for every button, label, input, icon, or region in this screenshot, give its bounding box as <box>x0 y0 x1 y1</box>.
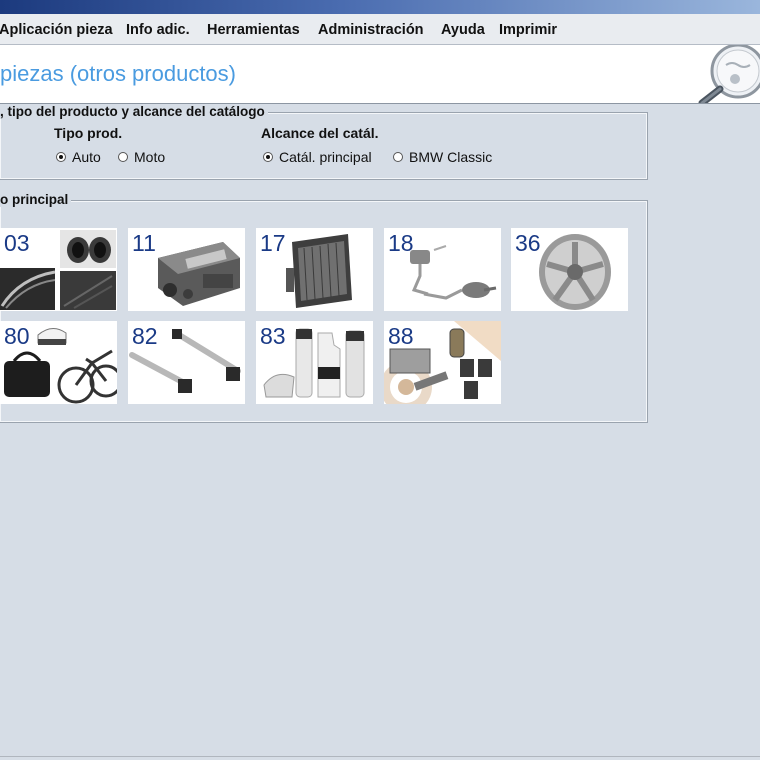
radio-selected-icon <box>263 152 273 162</box>
menu-item-administracion[interactable]: Administración <box>318 22 424 38</box>
menu-item-herramientas[interactable]: Herramientas <box>207 22 300 38</box>
status-divider <box>0 756 760 757</box>
product-type-label: Tipo prod. <box>54 125 123 141</box>
radio-catalogo-principal-label: Catál. principal <box>279 149 372 165</box>
tile-36[interactable]: 36 <box>511 228 628 311</box>
radio-moto-label: Moto <box>134 149 166 165</box>
filter-group: , tipo del producto y alcance del catálo… <box>0 104 648 180</box>
radio-unselected-icon <box>393 152 403 162</box>
tile-number: 36 <box>515 230 541 256</box>
catalog-scope-label: Alcance del catál. <box>261 125 379 141</box>
radio-selected-icon <box>56 152 66 162</box>
tile-number: 82 <box>132 323 158 349</box>
radio-catalogo-principal[interactable]: Catál. principal <box>263 149 372 165</box>
radio-bmw-classic-label: BMW Classic <box>409 149 493 165</box>
tile-82[interactable]: 82 <box>128 321 245 404</box>
tile-number: 88 <box>388 323 414 349</box>
menu-item-aplicacion-pieza[interactable]: Aplicación pieza <box>0 22 113 38</box>
menu-bar: Aplicación pieza Info adic. Herramientas… <box>0 14 760 45</box>
tile-number: 03 <box>4 230 30 256</box>
tile-88[interactable]: 88 <box>384 321 501 404</box>
page-header: piezas (otros productos) <box>0 45 760 104</box>
filter-group-legend: , tipo del producto y alcance del catálo… <box>0 104 268 119</box>
radio-unselected-icon <box>118 152 128 162</box>
radio-bmw-classic[interactable]: BMW Classic <box>393 149 492 165</box>
window-title-bar <box>0 0 760 14</box>
menu-item-ayuda[interactable]: Ayuda <box>441 22 485 38</box>
tile-17[interactable]: 17 <box>256 228 373 311</box>
tile-number: 11 <box>132 230 156 256</box>
radio-auto-label: Auto <box>72 149 101 165</box>
tile-11[interactable]: 11 <box>128 228 245 311</box>
main-group-legend: o principal <box>0 192 72 207</box>
tile-83[interactable]: 83 <box>256 321 373 404</box>
menu-item-imprimir[interactable]: Imprimir <box>499 22 557 38</box>
tile-18[interactable]: 18 <box>384 228 501 311</box>
tile-number: 83 <box>260 323 286 349</box>
page-title: piezas (otros productos) <box>0 61 236 86</box>
tile-80[interactable]: 80 <box>0 321 117 404</box>
menu-item-info-adic[interactable]: Info adic. <box>126 22 190 38</box>
radio-moto[interactable]: Moto <box>118 149 165 165</box>
tile-03[interactable]: 03 <box>0 228 117 311</box>
tile-number: 17 <box>260 230 286 256</box>
magnifier-logo-icon <box>698 45 760 103</box>
tile-number: 80 <box>4 323 30 349</box>
radio-auto[interactable]: Auto <box>56 149 101 165</box>
tile-number: 18 <box>388 230 414 256</box>
